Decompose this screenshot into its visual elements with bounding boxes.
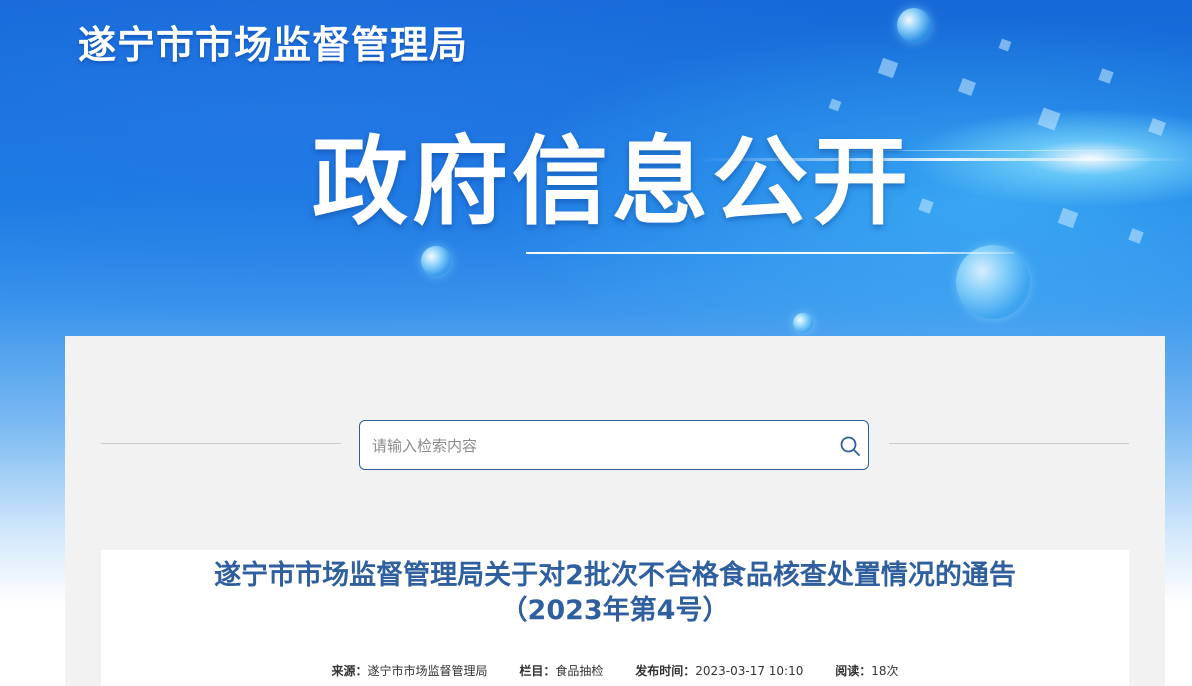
- page: 遂宁市市场监督管理局 政府信息公开 遂宁市市场监督管理局关于对2批次不合格食品核…: [0, 0, 1192, 686]
- section-title: 政府信息公开: [312, 126, 912, 238]
- cube-decoration: [1037, 107, 1061, 131]
- search-divider-left: [101, 443, 341, 444]
- bubble-decoration: [897, 8, 931, 42]
- article-card: 遂宁市市场监督管理局关于对2批次不合格食品核查处置情况的通告 （2023年第4号…: [101, 550, 1129, 686]
- article-meta: 来源：遂宁市市场监督管理局 栏目：食品抽检 发布时间：2023-03-17 10…: [101, 662, 1129, 679]
- meta-published-value: 2023-03-17 10:10: [695, 664, 804, 678]
- bubble-decoration: [421, 246, 451, 276]
- search-box: [359, 420, 869, 470]
- article-title: 遂宁市市场监督管理局关于对2批次不合格食品核查处置情况的通告 （2023年第4号…: [101, 558, 1129, 628]
- meta-source: 来源：遂宁市市场监督管理局: [332, 662, 488, 679]
- meta-reads: 阅读：18次: [835, 662, 898, 679]
- cube-decoration: [918, 198, 934, 214]
- bubble-decoration: [956, 245, 1030, 319]
- search-input[interactable]: [370, 429, 824, 463]
- cube-decoration: [1128, 228, 1144, 244]
- cube-decoration: [958, 78, 976, 96]
- meta-published: 发布时间：2023-03-17 10:10: [635, 662, 803, 679]
- meta-column-label: 栏目：: [519, 664, 556, 678]
- title-underline: [526, 252, 1014, 254]
- cube-decoration: [998, 38, 1012, 52]
- meta-source-value: 遂宁市市场监督管理局: [367, 664, 488, 678]
- meta-reads-label: 阅读：: [835, 664, 872, 678]
- cube-decoration: [828, 98, 842, 112]
- cube-decoration: [1098, 68, 1114, 84]
- cube-decoration: [877, 57, 899, 79]
- bubble-decoration: [793, 313, 813, 333]
- article-title-line1: 遂宁市市场监督管理局关于对2批次不合格食品核查处置情况的通告: [214, 560, 1016, 591]
- search-divider-right: [889, 443, 1129, 444]
- cube-decoration: [1057, 207, 1079, 229]
- article-title-line2: （2023年第4号）: [500, 595, 730, 626]
- meta-source-label: 来源：: [331, 664, 368, 678]
- site-name[interactable]: 遂宁市市场监督管理局: [78, 14, 468, 69]
- meta-column-value[interactable]: 食品抽检: [555, 664, 603, 678]
- content-panel: 遂宁市市场监督管理局关于对2批次不合格食品核查处置情况的通告 （2023年第4号…: [65, 336, 1165, 686]
- cube-decoration: [1148, 118, 1166, 136]
- meta-published-label: 发布时间：: [635, 664, 696, 678]
- meta-reads-value: 18次: [871, 664, 899, 678]
- search-icon[interactable]: [838, 434, 862, 458]
- meta-column: 栏目：食品抽检: [519, 662, 603, 679]
